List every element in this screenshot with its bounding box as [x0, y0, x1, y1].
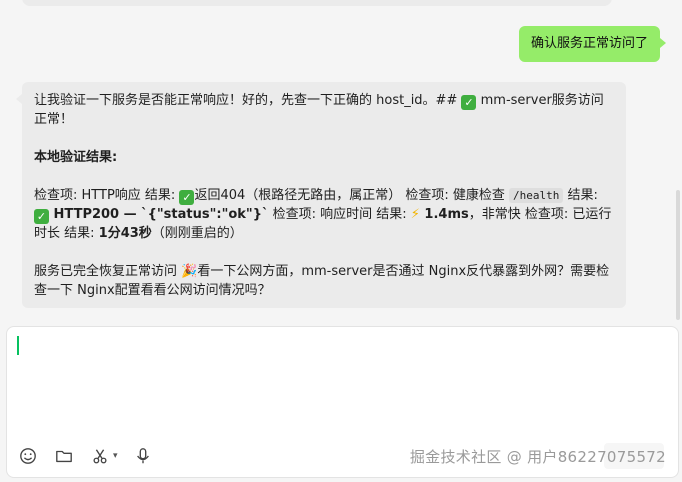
folder-icon[interactable] [53, 445, 75, 467]
check-results: 检查项: HTTP响应 结果: ✓ 返回404（根路径无路由，属正常） 检查项: … [34, 188, 612, 241]
check-mark-icon: ✓ [34, 209, 49, 224]
http200-result: HTTP200 — `{"status":"ok"}` [49, 207, 269, 222]
chat-scrollbar[interactable] [676, 190, 680, 320]
lightning-icon: ⚡ [410, 207, 420, 222]
input-toolbar: ▾ [17, 445, 154, 467]
watermark: 掘金技术社区 @ 用户86227075572 [409, 448, 666, 466]
text-caret [17, 336, 19, 355]
microphone-icon[interactable] [132, 445, 154, 467]
chevron-down-icon[interactable]: ▾ [113, 451, 118, 461]
scissors-icon[interactable] [89, 445, 111, 467]
message-input[interactable]: ▾ 掘金技术社区 @ 用户86227075572 [6, 326, 679, 478]
user-message-bubble: 确认服务正常访问了 [518, 26, 667, 62]
check-mark-icon: ✓ [179, 190, 195, 205]
latency-result: 1.4ms [419, 207, 469, 222]
party-popper-icon: 🎉 [181, 264, 198, 279]
emoji-icon[interactable] [17, 445, 39, 467]
check-mark-icon: ✓ [461, 95, 477, 110]
user-message-text: 确认服务正常访问了 [530, 36, 648, 51]
health-path-code: /health [509, 188, 564, 203]
result-heading: 本地验证结果: [34, 150, 118, 165]
message-intro: 让我验证一下服务是否能正常响应！好的，先查一下正确的 host_id。## ✓ … [34, 93, 604, 127]
message-closing: 服务已完全恢复正常访问 🎉看一下公网方面，mm-server是否通过 Nginx… [34, 264, 610, 298]
previous-message-bubble [22, 0, 612, 6]
uptime-result: 1分43秒 [98, 226, 152, 241]
assistant-message-bubble: 让我验证一下服务是否能正常响应！好的，先查一下正确的 host_id。## ✓ … [16, 82, 626, 308]
